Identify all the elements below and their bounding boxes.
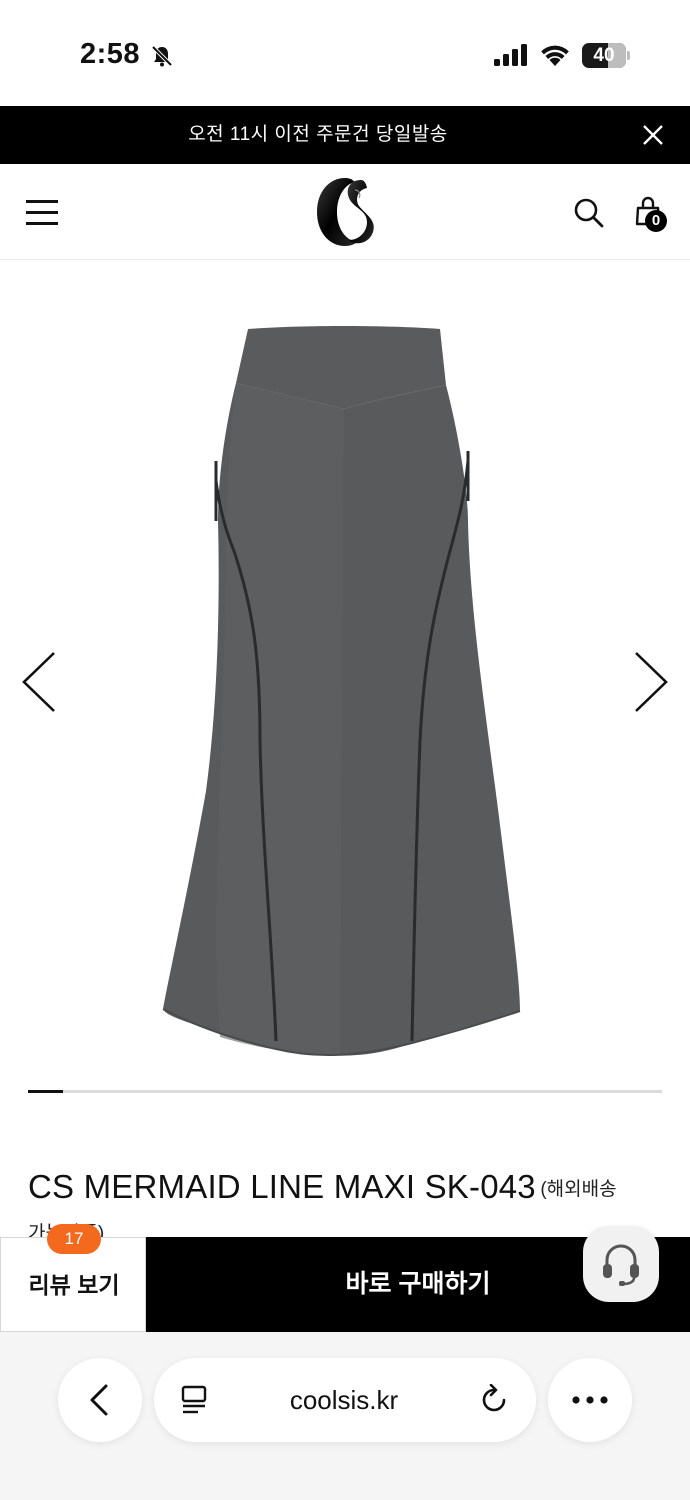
announcement-text: 오전 11시 이전 주문건 당일발송 xyxy=(188,124,448,145)
cart-button[interactable]: 0 xyxy=(633,194,673,234)
search-icon[interactable] xyxy=(573,197,605,229)
status-time: 2:58 xyxy=(80,38,141,70)
chevron-left-icon[interactable] xyxy=(18,647,62,717)
gallery-progress-thumb xyxy=(28,1090,63,1093)
wifi-icon xyxy=(541,45,569,66)
product-shipping-note: (해외배송 xyxy=(540,1179,617,1200)
reload-icon[interactable] xyxy=(478,1384,510,1416)
product-name: CS MERMAID LINE MAXI SK-043 xyxy=(28,1168,536,1205)
browser-back-button[interactable] xyxy=(58,1358,142,1442)
bell-slash-icon xyxy=(151,45,173,67)
review-count-badge: 17 xyxy=(47,1224,101,1254)
battery-icon: 40 xyxy=(582,43,630,68)
url-text[interactable]: coolsis.kr xyxy=(224,1358,464,1442)
logo[interactable] xyxy=(311,172,381,250)
battery-level: 40 xyxy=(593,45,615,66)
site-header: 0 xyxy=(0,164,690,260)
status-bar: 2:58 40 xyxy=(0,0,690,106)
browser-toolbar: coolsis.kr xyxy=(0,1332,690,1500)
more-dots-icon xyxy=(572,1396,608,1404)
hamburger-menu-icon[interactable] xyxy=(26,198,60,226)
address-bar[interactable]: coolsis.kr xyxy=(154,1358,536,1442)
reader-mode-icon[interactable] xyxy=(180,1384,210,1416)
announcement-bar: 오전 11시 이전 주문건 당일발송 xyxy=(0,106,690,164)
chevron-right-icon[interactable] xyxy=(628,647,672,717)
chevron-left-icon xyxy=(90,1384,108,1416)
product-title: CS MERMAID LINE MAXI SK-043 (해외배송 xyxy=(28,1168,668,1206)
headset-icon xyxy=(603,1244,639,1286)
customer-support-button[interactable] xyxy=(583,1226,659,1302)
close-icon[interactable] xyxy=(640,122,666,148)
gallery-progress-bar xyxy=(28,1090,662,1093)
cellular-signal-icon xyxy=(494,44,527,66)
product-gallery[interactable] xyxy=(0,261,690,1091)
product-image xyxy=(162,326,521,1057)
cart-count-badge: 0 xyxy=(645,210,667,232)
more-options-button[interactable] xyxy=(548,1358,632,1442)
